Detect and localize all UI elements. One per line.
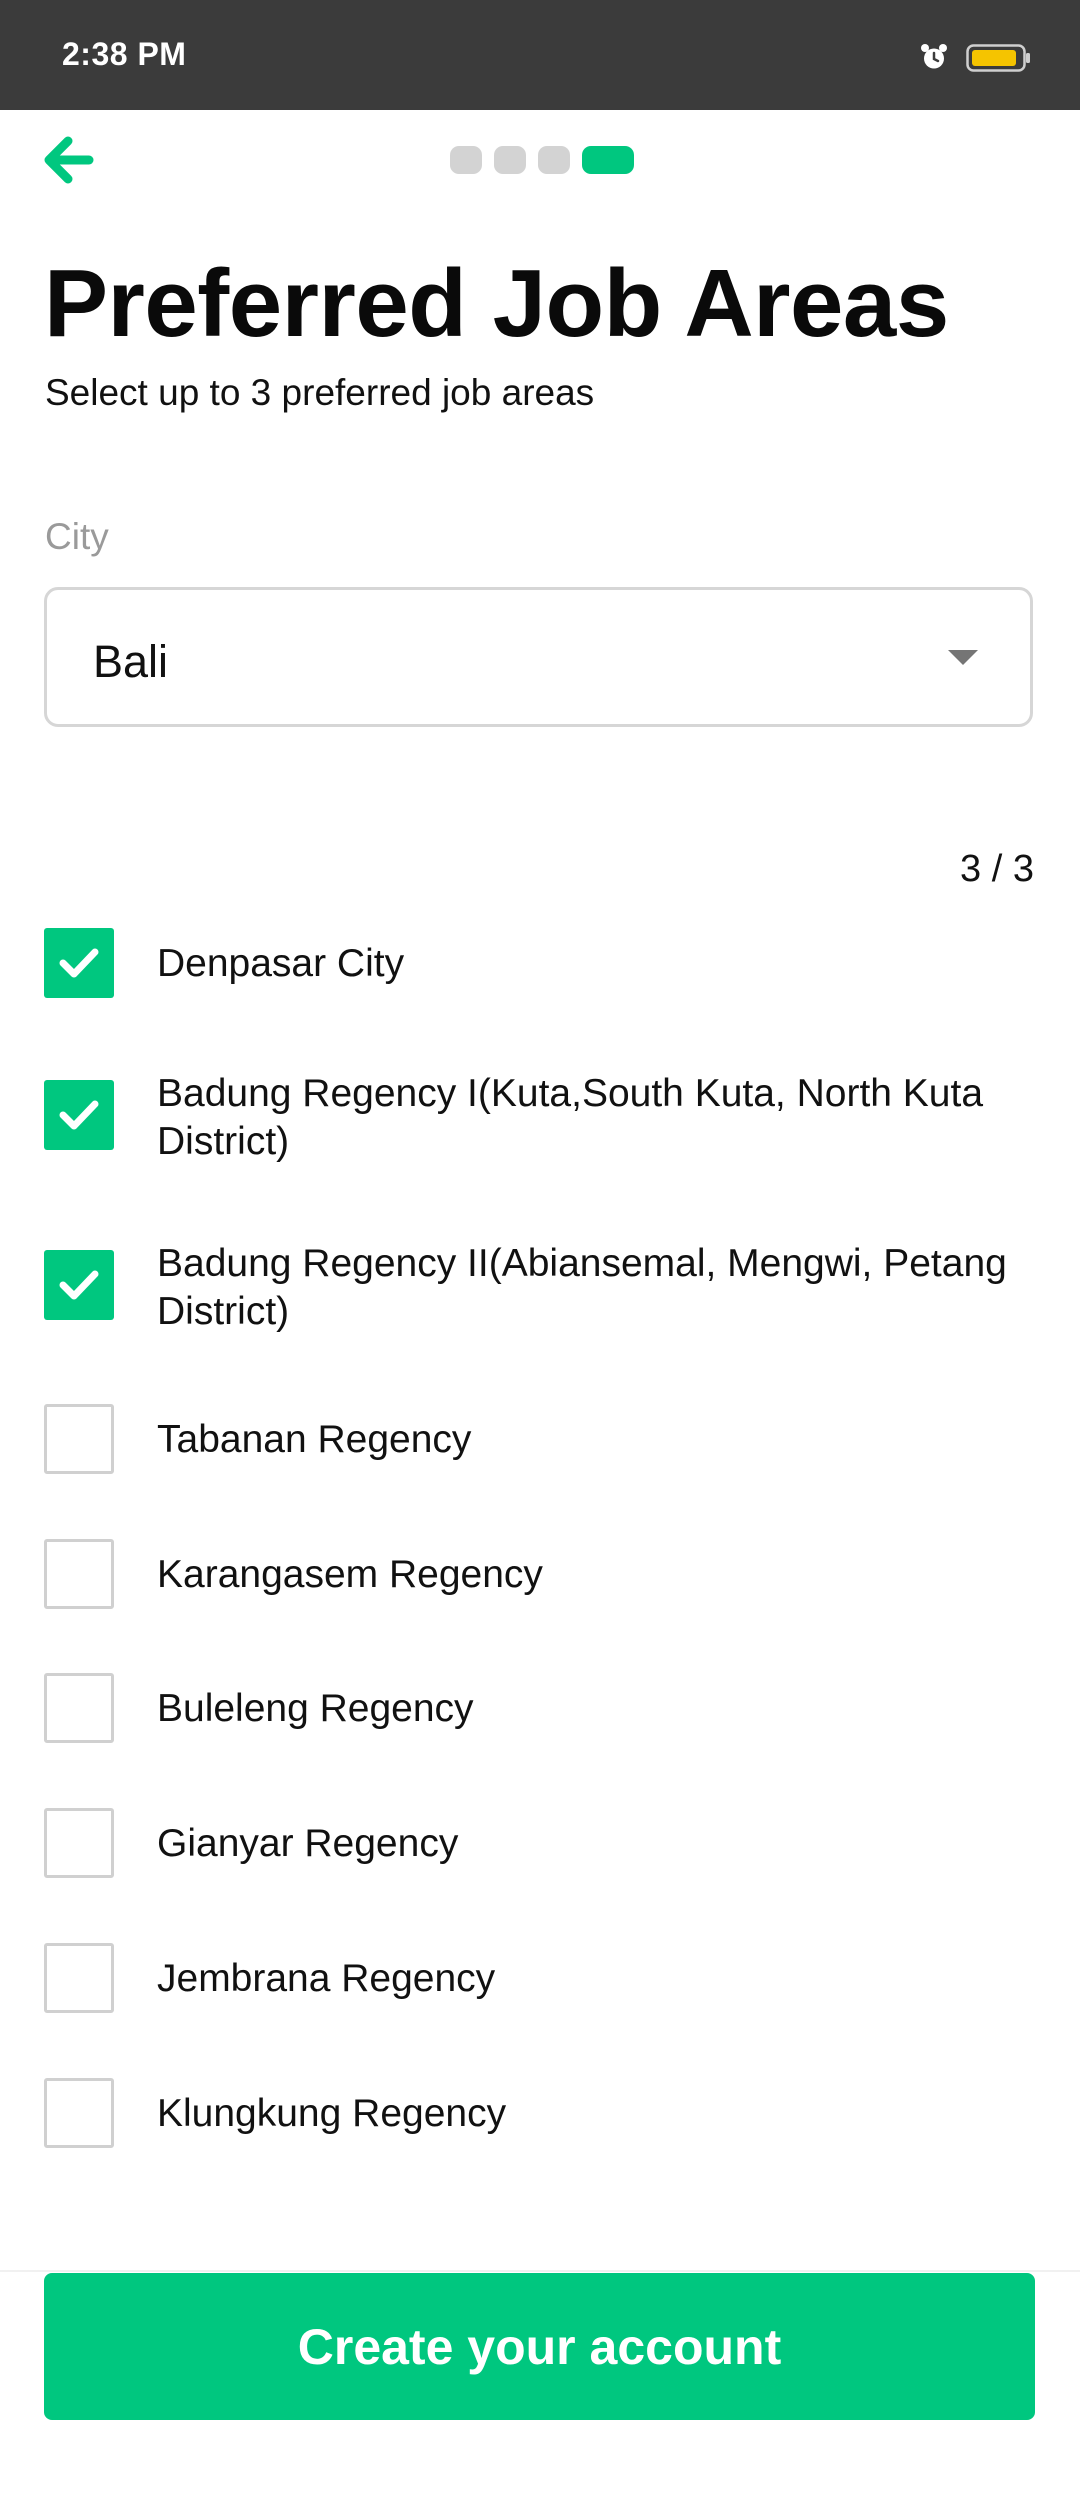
option-label: Klungkung Regency <box>157 2092 507 2135</box>
option-label: Tabanan Regency <box>157 1418 472 1461</box>
checkbox-unchecked[interactable] <box>44 1539 114 1609</box>
progress-step-1 <box>450 146 482 174</box>
step-progress-indicator <box>450 146 634 174</box>
option-label: Gianyar Regency <box>157 1822 459 1865</box>
status-bar: 2:38 PM <box>0 0 1080 110</box>
city-selected-value: Bali <box>93 636 169 687</box>
city-dropdown[interactable]: Bali <box>44 587 1033 727</box>
checkbox-unchecked[interactable] <box>44 1808 114 1878</box>
checkbox-unchecked[interactable] <box>44 2078 114 2148</box>
progress-step-2 <box>494 146 526 174</box>
status-time: 2:38 PM <box>62 36 187 72</box>
back-button[interactable] <box>40 134 96 190</box>
option-label: Karangasem Regency <box>157 1553 543 1596</box>
caret-down-icon <box>948 650 978 665</box>
option-label: Jembrana Regency <box>157 1957 496 2000</box>
option-label: Buleleng Regency <box>157 1687 474 1730</box>
option-label: Badung Regency II(Abiansemal, Mengwi, Pe… <box>157 1242 1007 1333</box>
checkmark-icon <box>59 1100 99 1130</box>
create-account-button[interactable]: Create your account <box>44 2273 1035 2420</box>
page-subtitle: Select up to 3 preferred job areas <box>45 372 595 413</box>
checkbox-unchecked[interactable] <box>44 1673 114 1743</box>
checkbox-checked[interactable] <box>44 1250 114 1320</box>
alarm-icon <box>919 42 949 72</box>
footer-divider <box>0 2270 1080 2272</box>
selection-counter: 3 / 3 <box>960 848 1034 890</box>
checkbox-unchecked[interactable] <box>44 1943 114 2013</box>
battery-icon <box>966 43 1032 73</box>
page-title: Preferred Job Areas <box>44 250 949 357</box>
checkmark-icon <box>59 948 99 978</box>
arrow-left-icon <box>41 133 95 192</box>
checkbox-unchecked[interactable] <box>44 1404 114 1474</box>
progress-step-3 <box>538 146 570 174</box>
checkbox-checked[interactable] <box>44 928 114 998</box>
checkmark-icon <box>59 1270 99 1300</box>
option-label: Denpasar City <box>157 942 405 985</box>
progress-step-4-active <box>582 146 634 174</box>
city-label: City <box>45 516 109 557</box>
option-label: Badung Regency I(Kuta,South Kuta, North … <box>157 1072 984 1163</box>
checkbox-checked[interactable] <box>44 1080 114 1150</box>
